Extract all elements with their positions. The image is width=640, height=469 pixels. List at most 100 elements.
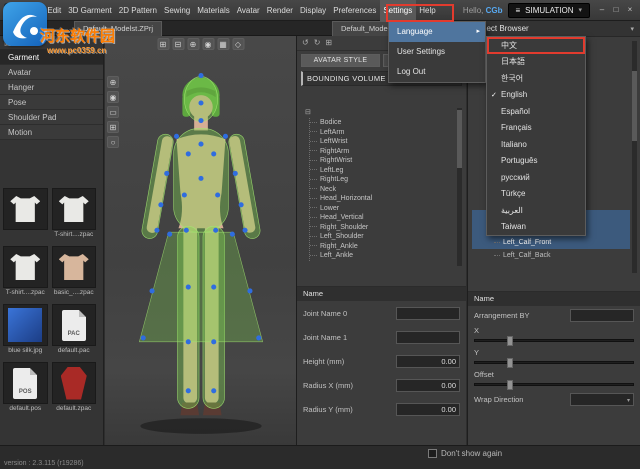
library-item[interactable] [3,188,48,239]
viewport-tool-icon[interactable]: ⊕ [187,38,199,50]
arrangement-point-item[interactable]: Left_Calf_Front [472,236,630,249]
bounding-volume-tree-item[interactable]: Head_Horizontal [310,194,454,204]
bounding-volume-tree-item[interactable]: Left_Shoulder [310,232,454,242]
settings-menu-item[interactable]: Log Out [389,62,485,82]
menu-item[interactable]: 2D Pattern [115,0,160,21]
bounding-volume-tree-item[interactable]: LeftLeg [310,166,454,176]
scrollbar[interactable] [457,108,462,266]
bounding-volume-tree-item[interactable]: Neck [310,185,454,195]
viewport-tool-icon[interactable]: ▦ [217,38,229,50]
viewport-side-tool-icon[interactable]: ⊞ [107,121,119,133]
arrangement-by-input[interactable] [570,308,634,322]
property-input[interactable]: 0.00 [396,378,460,392]
scrollbar-thumb[interactable] [457,110,462,168]
bounding-volume-tree-item[interactable]: LeftArm [310,128,454,138]
language-menu-item[interactable]: Español [487,103,585,120]
bounding-volume-tree-item[interactable]: LeftWrist [310,137,454,147]
viewport-tool-icon[interactable]: ◇ [232,38,244,50]
viewport-tool-icon[interactable]: ⊞ [157,38,169,50]
library-category[interactable]: Shoulder Pad [0,110,103,125]
slider-track[interactable] [474,358,634,368]
slider-thumb[interactable] [506,380,513,390]
wrap-direction-select[interactable]: ▾ [570,392,634,406]
property-input[interactable] [396,330,460,344]
minimize-button[interactable]: – [595,3,609,17]
menu-item[interactable]: Render [263,0,296,21]
library-toolbar-icon[interactable]: ▤ [16,37,24,49]
scrollbar-thumb[interactable] [632,71,637,141]
language-menu-item[interactable]: Taiwan [487,219,585,236]
bounding-volume-tree-item[interactable]: Right_Shoulder [310,223,454,233]
avatar-panel-tab[interactable]: AVATAR STYLE [301,54,380,67]
viewport-side-tool-icon[interactable]: ○ [107,136,119,148]
library-category[interactable]: Garment [0,50,103,65]
username[interactable]: CGb [486,6,503,15]
property-input[interactable]: 0.00 [396,354,460,368]
tree-root-toggle[interactable]: ⊟ [305,108,454,118]
library-item[interactable]: default.zpac [51,362,96,413]
language-menu-item[interactable]: Türkçe [487,186,585,203]
slider-thumb[interactable] [506,358,513,368]
library-item[interactable]: T-shirt....zpac [3,246,48,297]
dont-show-again-option[interactable]: Don't show again [428,449,502,458]
menu-item[interactable]: Edit [44,0,65,21]
library-item[interactable]: basic_....zpac [51,246,96,297]
maximize-button[interactable]: □ [609,3,623,17]
avatar-panel-tool-icon[interactable]: ↺ [302,37,309,49]
library-toolbar-icon[interactable]: ☆ [27,37,34,49]
viewport-side-tool-icon[interactable]: ▭ [107,106,119,118]
language-menu-item[interactable]: русский [487,169,585,186]
menu-item[interactable]: Help [416,0,439,21]
library-category[interactable]: Pose [0,95,103,110]
avatar-3d-view[interactable] [108,43,294,441]
dont-show-again-checkbox[interactable] [428,449,437,458]
library-item[interactable]: T-shirt....zpac [51,188,96,239]
scrollbar[interactable] [632,41,637,273]
library-toolbar-icon[interactable]: ▣ [4,37,12,49]
language-menu-item[interactable]: Italiano [487,136,585,153]
settings-menu-item[interactable]: Language ▸ [389,22,485,42]
bounding-volume-tree-item[interactable]: Lower [310,204,454,214]
close-button[interactable]: × [623,3,637,17]
property-input[interactable] [396,306,460,320]
language-menu-item[interactable]: Português [487,153,585,170]
simulation-button[interactable]: ≡ SIMULATION ▾ [507,2,590,18]
menu-item[interactable]: Settings [379,0,416,21]
library-category[interactable]: Hanger [0,80,103,95]
language-menu-item[interactable]: Français [487,120,585,137]
menu-item[interactable]: Preferences [330,0,380,21]
library-category[interactable]: Motion [0,125,103,140]
menu-item[interactable]: Display [296,0,329,21]
bounding-volume-tree-item[interactable]: Right_Ankle [310,242,454,252]
slider-track[interactable] [474,380,634,390]
language-menu-item[interactable]: العربية [487,202,585,219]
bounding-volume-tree-item[interactable]: Head_Vertical [310,213,454,223]
viewport-side-tool-icon[interactable]: ⊕ [107,76,119,88]
menu-item[interactable]: Avatar [233,0,263,21]
3d-viewport[interactable]: ⊞ ⊟ ⊕ ◉ ▦ ◇ ⊕ ◉ ▭ ⊞ ○ [105,36,296,445]
bounding-volume-tree-item[interactable]: Bodice [310,118,454,128]
arrangement-point-item[interactable]: Left_Calf_Back [472,249,630,262]
chevron-down-icon[interactable]: ▾ [630,25,634,33]
library-item[interactable]: POS default.pos [3,362,48,413]
menu-item[interactable]: 3D Garment [65,0,116,21]
menu-item[interactable]: File [24,0,44,21]
avatar-panel-tool-icon[interactable]: ⊞ [325,37,332,49]
language-menu-item[interactable]: 한국어 [487,70,585,87]
library-item[interactable]: PAC default.pac [51,304,96,355]
language-menu-item[interactable]: 日本語 [487,54,585,71]
menu-item[interactable]: Materials [194,0,233,21]
bounding-volume-tree-item[interactable]: RightWrist [310,156,454,166]
property-input[interactable]: 0.00 [396,402,460,416]
library-category[interactable]: Avatar [0,65,103,80]
language-menu-item[interactable]: 中文 [487,37,585,54]
avatar-panel-tool-icon[interactable]: ↻ [314,37,321,49]
bounding-volume-tree-item[interactable]: RightLeg [310,175,454,185]
bounding-volume-tree-item[interactable]: Left_Ankle [310,251,454,261]
viewport-tool-icon[interactable]: ⊟ [172,38,184,50]
settings-menu-item[interactable]: User Settings [389,42,485,62]
tab-document[interactable]: Default_Modelst.ZPrj [74,21,163,36]
slider-thumb[interactable] [506,336,513,346]
library-item[interactable]: blue silk.jpg [3,304,48,355]
viewport-tool-icon[interactable]: ◉ [202,38,214,50]
